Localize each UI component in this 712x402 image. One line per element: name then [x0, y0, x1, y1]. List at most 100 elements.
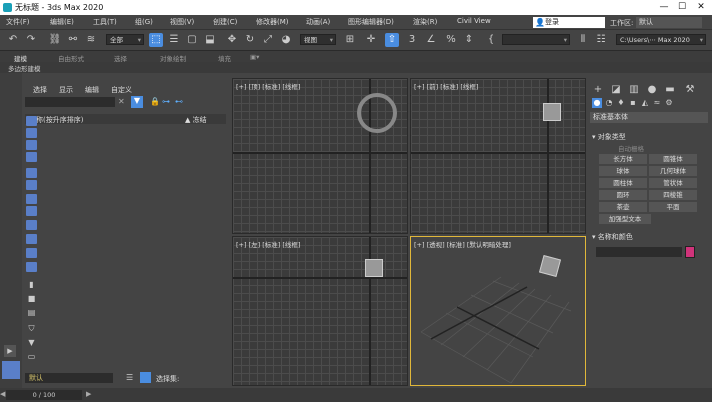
display-groups-icon[interactable]	[26, 194, 37, 204]
object-name-input[interactable]	[596, 247, 682, 257]
invert-display-icon[interactable]: ▤	[27, 308, 36, 317]
cone-button[interactable]: 圆锥体	[649, 154, 697, 164]
link-icon[interactable]: ⛓	[48, 33, 62, 47]
viewport-label[interactable]: [+] [透视] [标准] [默认明暗处理]	[414, 239, 511, 249]
spacewarps-icon[interactable]: ≈	[652, 98, 662, 108]
signin-dropdown[interactable]: 👤 登录	[533, 17, 605, 28]
display-none-icon[interactable]: ■	[27, 294, 36, 303]
viewport-left[interactable]: [+] [左] [标准] [线框]	[232, 236, 408, 386]
minimize-button[interactable]: —	[656, 1, 672, 13]
cameras-icon[interactable]: ▪	[628, 98, 638, 108]
helpers-icon[interactable]: ◭	[640, 98, 650, 108]
motion-tab-icon[interactable]: ●	[646, 84, 658, 96]
display-xrefs-icon[interactable]	[26, 206, 37, 216]
mirror-icon[interactable]: ⫴	[576, 33, 590, 47]
systems-icon[interactable]: ⚙	[664, 98, 674, 108]
display-helpers-icon[interactable]	[26, 168, 37, 178]
align-icon[interactable]: ☷	[594, 33, 608, 47]
modify-tab-icon[interactable]: ◪	[610, 84, 622, 96]
object-type-rollout[interactable]: ▾ 对象类型	[592, 132, 708, 142]
poly-modeling-label[interactable]: 多边形建模	[8, 63, 41, 73]
unlink-icon[interactable]: ⚯	[66, 33, 80, 47]
display-cameras-icon[interactable]	[26, 152, 37, 162]
prev-frame-icon[interactable]: ◀	[0, 390, 5, 398]
hierarchy-alt-icon[interactable]: ⊷	[175, 97, 183, 106]
shapes-icon[interactable]: ◔	[604, 98, 614, 108]
lights-icon[interactable]: ♦	[616, 98, 626, 108]
percent-snap-icon[interactable]: %	[444, 33, 458, 47]
hierarchy-icon[interactable]: ⊶	[162, 97, 170, 106]
display-frozen-icon[interactable]	[26, 248, 37, 258]
geometry-icon[interactable]: ●	[592, 98, 602, 108]
scene-explorer-icon[interactable]	[140, 372, 151, 383]
hierarchy-tab-icon[interactable]: ▥	[628, 84, 640, 96]
time-slider[interactable]: 0 / 100	[6, 390, 82, 400]
redo-icon[interactable]: ↷	[24, 33, 38, 47]
menu-animation[interactable]: 动画(A)	[306, 17, 330, 27]
ref-coord-dropdown[interactable]: 视图	[300, 34, 336, 46]
close-button[interactable]: ✕	[693, 1, 709, 13]
geosphere-button[interactable]: 几何球体	[649, 166, 697, 176]
bind-space-warp-icon[interactable]: ≋	[84, 33, 98, 47]
spinner-snap-icon[interactable]: ⇕	[462, 33, 476, 47]
cylinder-button[interactable]: 圆柱体	[599, 178, 647, 188]
frozen-column-header[interactable]: ▲ 冻结	[185, 115, 207, 125]
scene-menu-display[interactable]: 显示	[59, 85, 73, 95]
undo-icon[interactable]: ↶	[6, 33, 20, 47]
name-color-rollout[interactable]: ▾ 名称和颜色	[592, 232, 708, 242]
menu-civil-view[interactable]: Civil View	[457, 17, 491, 25]
scene-menu-select[interactable]: 选择	[33, 85, 47, 95]
keyboard-shortcut-icon[interactable]: ⇧	[385, 33, 399, 47]
maximize-button[interactable]: ☐	[674, 1, 690, 13]
box-button[interactable]: 长方体	[599, 154, 647, 164]
menu-group[interactable]: 组(G)	[135, 17, 153, 27]
clear-search-icon[interactable]: ✕	[118, 97, 125, 106]
display-tab-icon[interactable]: ▬	[664, 84, 676, 96]
sync-selection-icon[interactable]: ⛉	[27, 324, 36, 333]
display-hidden-icon[interactable]	[26, 262, 37, 272]
menu-create[interactable]: 创建(C)	[213, 17, 237, 27]
select-by-name-icon[interactable]: ☰	[167, 33, 181, 47]
display-geometry-icon[interactable]	[26, 116, 37, 126]
project-path-dropdown[interactable]: C:\Users\⋯ Max 2020	[616, 34, 706, 46]
edit-named-sel-icon[interactable]: {	[484, 33, 498, 47]
snap-3d-icon[interactable]: 3	[405, 33, 419, 47]
utilities-tab-icon[interactable]: ⚒	[684, 84, 696, 96]
scene-search-input[interactable]	[25, 97, 115, 107]
viewport-label[interactable]: [+] [左] [标准] [线框]	[236, 239, 300, 249]
filter-tool-icon[interactable]: ▼	[27, 338, 36, 347]
menu-file[interactable]: 文件(F)	[6, 17, 30, 27]
display-spacewarps-icon[interactable]	[26, 180, 37, 190]
viewport-top[interactable]: [+] [顶] [标准] [线框]	[232, 78, 408, 234]
sphere-button[interactable]: 球体	[599, 166, 647, 176]
expand-icon[interactable]: ▶	[4, 345, 16, 357]
manipulate-icon[interactable]: ✛	[364, 33, 378, 47]
menu-edit[interactable]: 编辑(E)	[50, 17, 74, 27]
menu-view[interactable]: 视图(V)	[170, 17, 194, 27]
next-frame-icon[interactable]: ▶	[86, 390, 91, 398]
display-bones-icon[interactable]	[26, 220, 37, 230]
menu-modifiers[interactable]: 修改器(M)	[256, 17, 289, 27]
tube-button[interactable]: 管状体	[649, 178, 697, 188]
viewport-front[interactable]: [+] [前] [标准] [线框]	[410, 78, 586, 234]
workspace-dropdown[interactable]: 默认	[636, 17, 702, 28]
viewcube-icon[interactable]	[543, 103, 561, 121]
display-containers-icon[interactable]	[26, 234, 37, 244]
move-icon[interactable]: ✥	[225, 33, 239, 47]
rect-selection-icon[interactable]: ▢	[185, 33, 199, 47]
display-shapes-icon[interactable]	[26, 128, 37, 138]
scale-icon[interactable]: ⤢	[261, 33, 275, 47]
placement-icon[interactable]: ◕	[279, 33, 293, 47]
viewport-label[interactable]: [+] [顶] [标准] [线框]	[236, 81, 300, 91]
selection-filter-dropdown[interactable]: 全部	[106, 34, 144, 46]
plane-button[interactable]: 平面	[649, 202, 697, 212]
display-all-icon[interactable]: ▮	[27, 280, 36, 289]
filter-icon[interactable]: ▼	[131, 96, 143, 108]
scene-menu-customize[interactable]: 自定义	[111, 85, 132, 95]
window-crossing-icon[interactable]: ⬓	[203, 33, 217, 47]
layers-icon[interactable]: ☰	[126, 373, 133, 382]
autogrid-checkbox[interactable]: 自动栅格	[618, 143, 644, 153]
viewcube-icon[interactable]	[357, 93, 397, 133]
lock-icon[interactable]: 🔒	[150, 97, 160, 106]
viewport-label[interactable]: [+] [前] [标准] [线框]	[414, 81, 478, 91]
